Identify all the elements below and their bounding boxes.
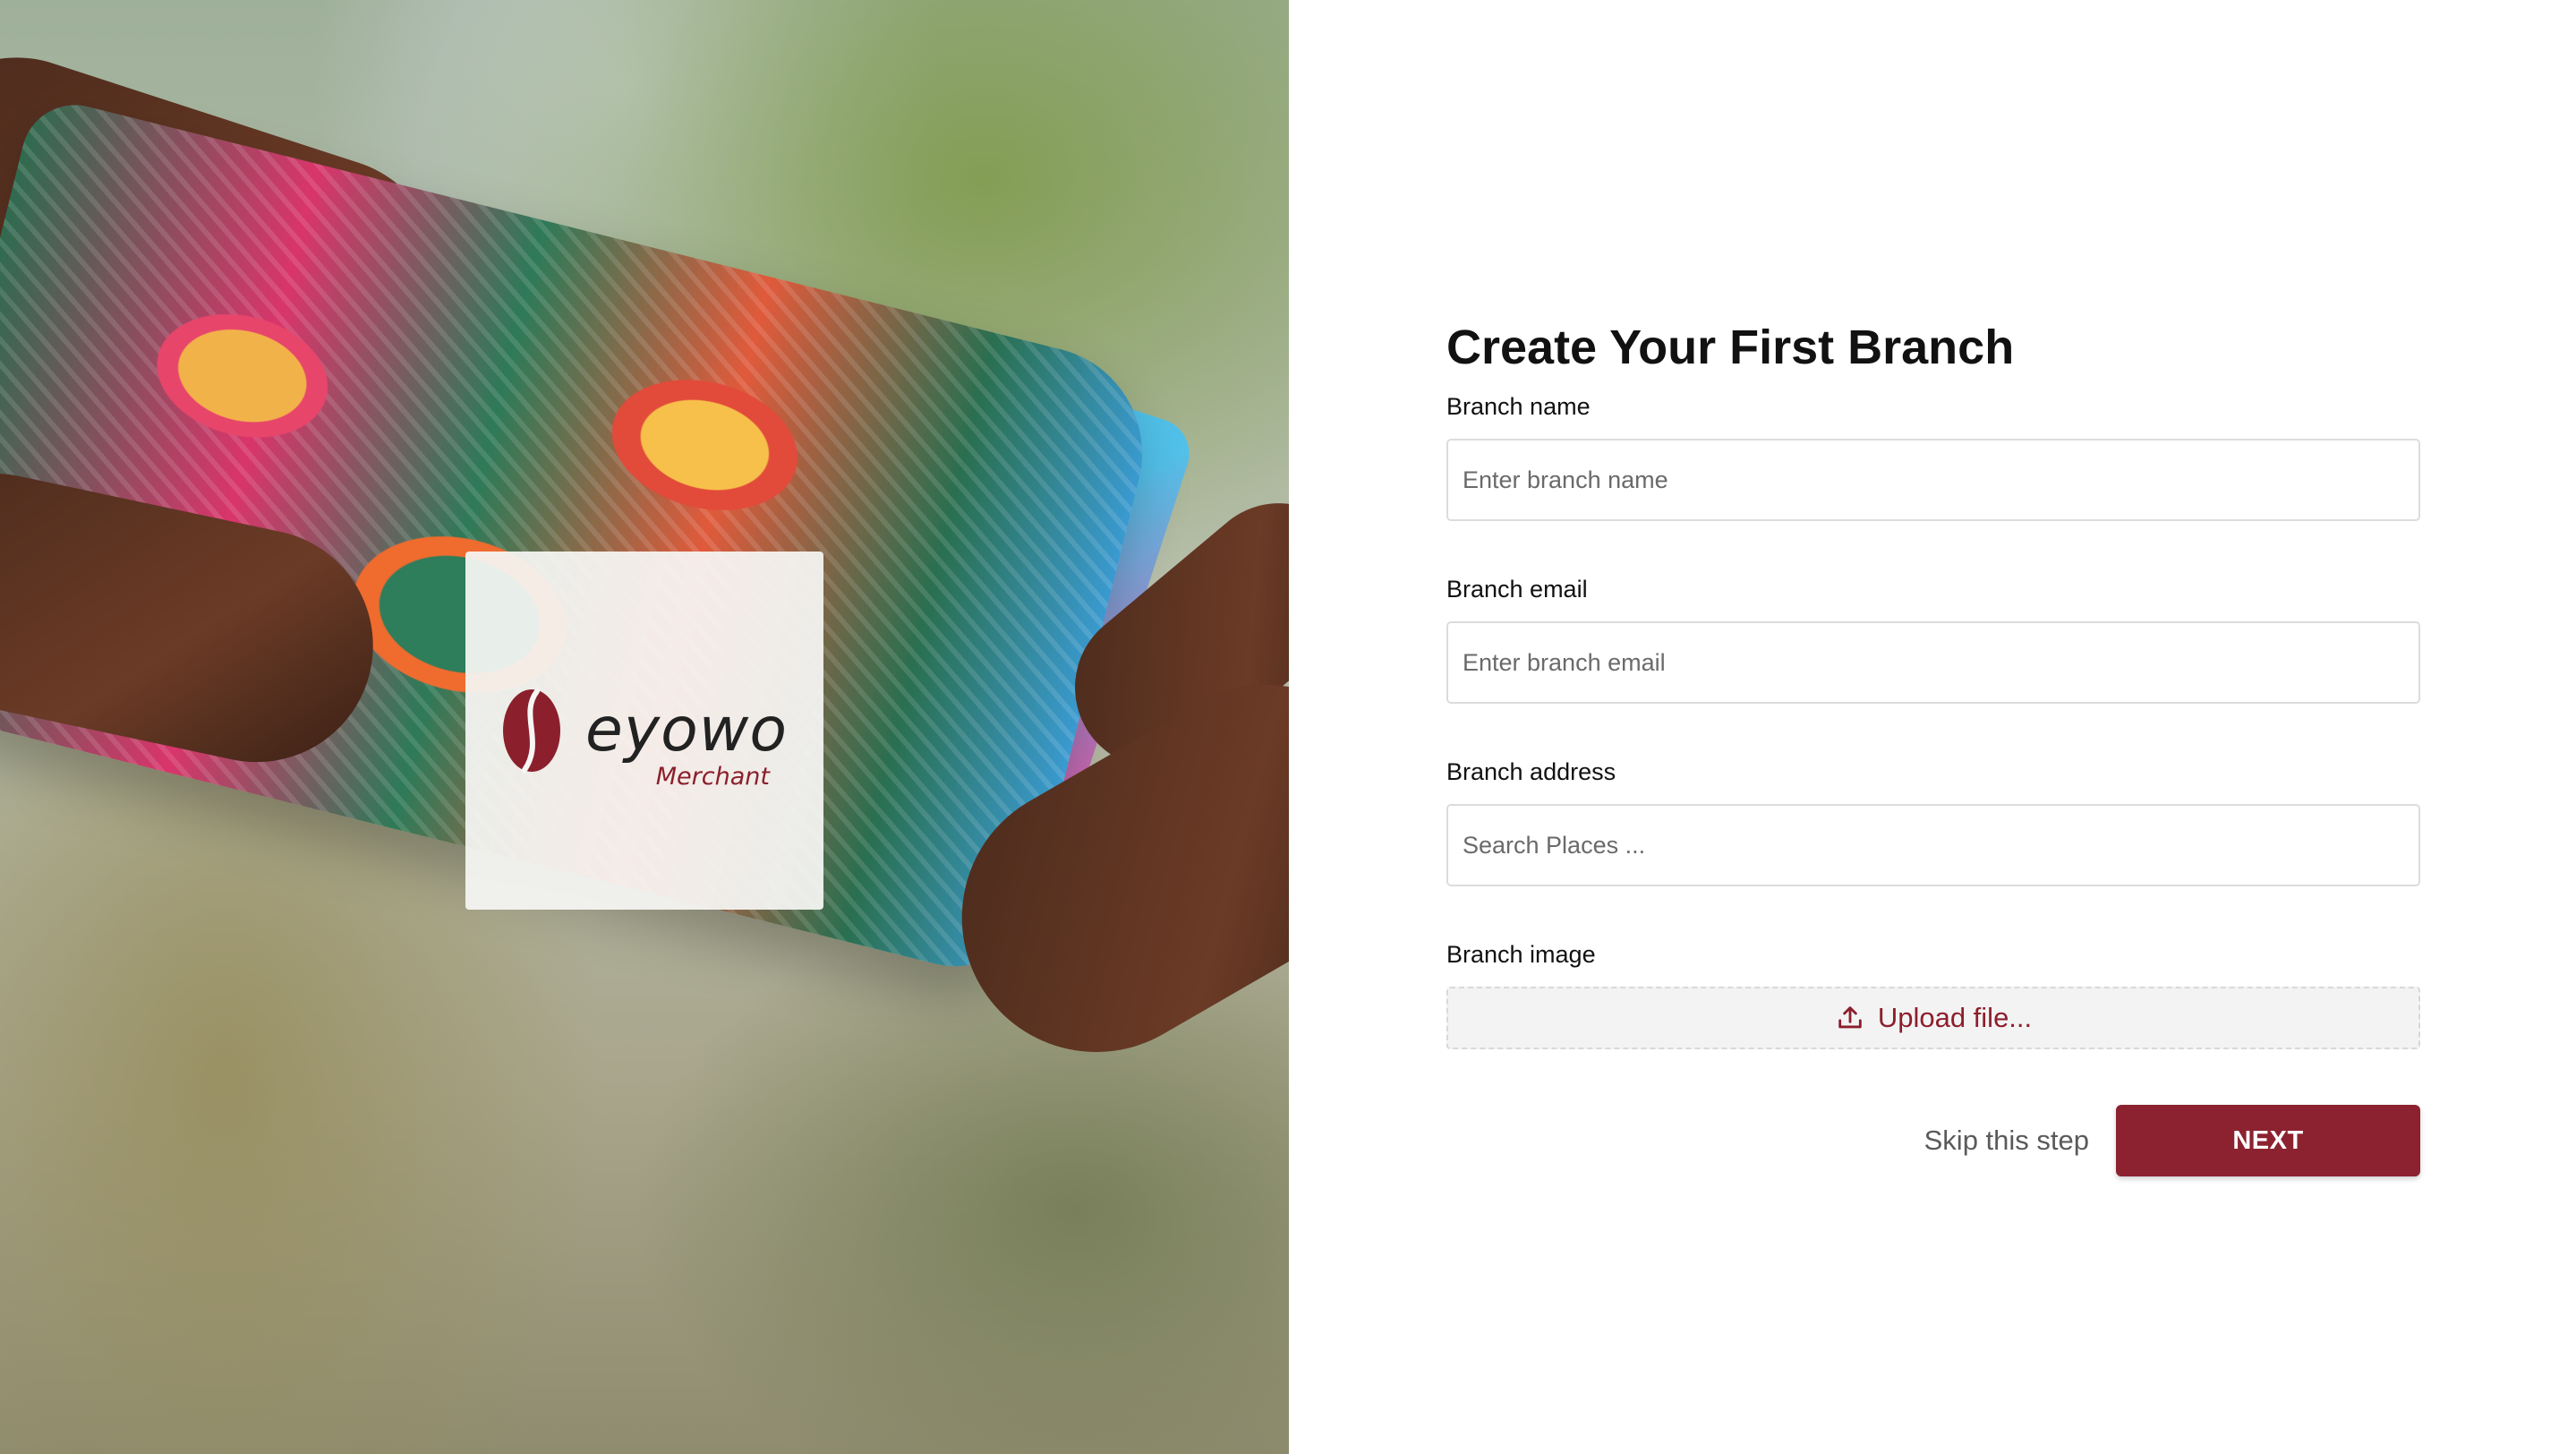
upload-icon xyxy=(1838,1006,1862,1029)
branch-address-label: Branch address xyxy=(1446,758,1616,785)
brand-wordmark: eyowo Merchant xyxy=(585,695,788,791)
brand-subtitle: Merchant xyxy=(655,763,770,791)
hero-image: eyowo Merchant xyxy=(0,0,1289,1454)
form-panel: Create Your First Branch Branch name Bra… xyxy=(1289,0,2576,1454)
branch-name-label: Branch name xyxy=(1446,393,1591,420)
create-branch-form: Create Your First Branch Branch name Bra… xyxy=(1446,315,2420,1176)
next-button[interactable]: NEXT xyxy=(2116,1105,2420,1176)
coffee-bean-icon xyxy=(503,689,561,773)
branch-image-label: Branch image xyxy=(1446,941,1596,968)
page: eyowo Merchant Create Your First Branch … xyxy=(0,0,2576,1454)
brand-logo-card: eyowo Merchant xyxy=(465,552,823,910)
branch-address-input[interactable] xyxy=(1446,804,2420,886)
page-title: Create Your First Branch xyxy=(1446,321,2015,374)
brand-logo: eyowo Merchant xyxy=(501,688,788,791)
brand-name: eyowo xyxy=(585,695,788,765)
upload-file-label: Upload file... xyxy=(1877,1002,2033,1033)
branch-name-input[interactable] xyxy=(1446,439,2420,521)
branch-email-label: Branch email xyxy=(1446,576,1588,603)
branch-email-input[interactable] xyxy=(1446,621,2420,704)
upload-file-button[interactable]: Upload file... xyxy=(1446,987,2420,1049)
form-actions: Skip this step NEXT xyxy=(1446,1105,2420,1176)
skip-step-button[interactable]: Skip this step xyxy=(1924,1125,2089,1157)
